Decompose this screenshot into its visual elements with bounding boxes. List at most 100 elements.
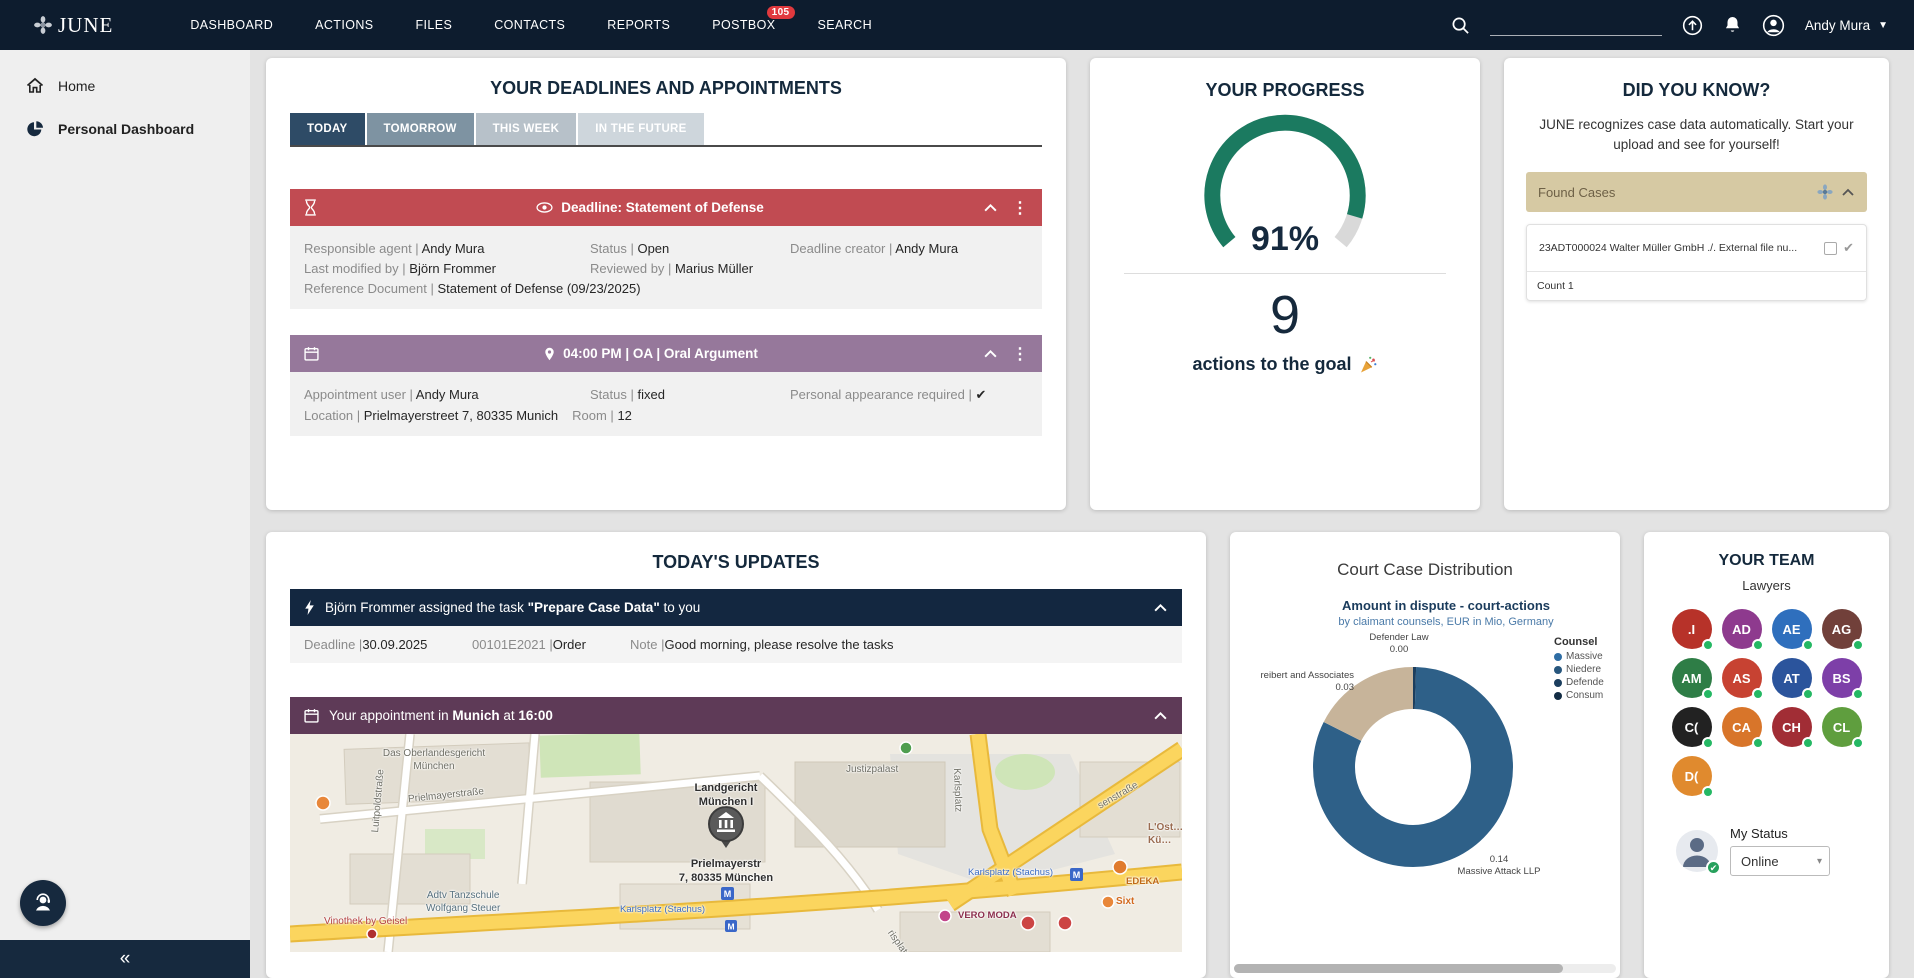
nav-menu-item[interactable]: POSTBOX 105 [691, 0, 796, 50]
appointment-item: 04:00 PM | OA | Oral Argument ⋮ Appointm… [290, 335, 1042, 436]
nav-menu-item[interactable]: SEARCH [797, 0, 894, 50]
team-member-avatar[interactable]: AT [1772, 658, 1812, 698]
user-avatar-icon[interactable] [1762, 14, 1785, 37]
appointment-item-header[interactable]: 04:00 PM | OA | Oral Argument ⋮ [290, 335, 1042, 372]
map-green-area [539, 734, 640, 778]
online-status-dot [1702, 688, 1714, 700]
tab-today[interactable]: TODAY [290, 113, 365, 145]
chevron-up-icon[interactable] [1153, 602, 1168, 613]
team-member-avatar[interactable]: .I [1672, 609, 1712, 649]
your-team-card: YOUR TEAM Lawyers .I AD AE [1644, 532, 1889, 978]
case-checkbox[interactable] [1824, 242, 1837, 255]
map-green-area [995, 754, 1055, 790]
avatar-initials: AG [1832, 622, 1852, 637]
sidebar-collapse-button[interactable]: « [0, 940, 250, 978]
progress-gauge: 91% [1114, 107, 1456, 271]
support-chat-button[interactable] [20, 880, 66, 926]
online-status-dot [1752, 737, 1764, 749]
nav-menu-item[interactable]: FILES [395, 0, 474, 50]
found-cases-label: Found Cases [1538, 185, 1817, 200]
task-name: "Prepare Case Data" [528, 600, 660, 615]
legend-item[interactable]: Niedere [1554, 664, 1616, 675]
app-logo[interactable]: JUNE [34, 13, 113, 38]
chevron-up-icon[interactable] [983, 348, 998, 359]
team-member-avatar[interactable]: C( [1672, 707, 1712, 747]
team-member-avatar[interactable]: AM [1672, 658, 1712, 698]
legend-dot [1554, 679, 1562, 687]
court-case-distribution-card: Court Case Distribution Amount in disput… [1230, 532, 1620, 978]
team-member-avatar[interactable]: AS [1722, 658, 1762, 698]
horizontal-scrollbar [1234, 964, 1616, 973]
hourglass-icon [304, 199, 317, 216]
sidebar-item-personal-dashboard[interactable]: Personal Dashboard [0, 107, 250, 151]
team-member-avatar[interactable]: BS [1822, 658, 1862, 698]
online-status-dot [1802, 688, 1814, 700]
svg-text:M: M [727, 922, 734, 932]
deadlines-card-title: YOUR DEADLINES AND APPOINTMENTS [290, 78, 1042, 99]
chevron-down-icon: ▼ [1878, 20, 1888, 31]
map-canvas: M M M [290, 734, 1182, 952]
my-avatar: ✔ [1676, 830, 1718, 872]
upload-icon[interactable] [1682, 15, 1703, 36]
team-member-avatar[interactable]: CH [1772, 707, 1812, 747]
status-dropdown[interactable]: Online ▾ [1730, 846, 1830, 876]
kebab-menu-icon[interactable]: ⋮ [1012, 198, 1028, 218]
eye-icon[interactable] [536, 202, 553, 213]
found-case-row[interactable]: 23ADT000024 Walter Müller GmbH ./. Exter… [1527, 225, 1866, 271]
team-member-avatar[interactable]: AD [1722, 609, 1762, 649]
tab-in-the-future[interactable]: IN THE FUTURE [578, 113, 703, 145]
location-pin-icon [544, 347, 555, 361]
legend-item[interactable]: Defende [1554, 677, 1616, 688]
online-status-dot [1802, 639, 1814, 651]
progress-card: YOUR PROGRESS 91% 9 actions to the goal [1090, 58, 1480, 510]
nav-menu-item[interactable]: REPORTS [586, 0, 691, 50]
online-status-dot [1852, 688, 1864, 700]
check-icon[interactable]: ✔ [1843, 240, 1854, 256]
sidebar-item-home[interactable]: Home [0, 64, 250, 107]
team-member-avatar[interactable]: CL [1822, 707, 1862, 747]
task-update-banner[interactable]: Björn Frommer assigned the task "Prepare… [290, 589, 1182, 626]
search-input[interactable] [1490, 14, 1662, 36]
chevron-up-icon[interactable] [1153, 710, 1168, 721]
nav-menu-item[interactable]: CONTACTS [473, 0, 586, 50]
tab-this-week[interactable]: THIS WEEK [476, 113, 577, 145]
svg-text:M: M [1073, 870, 1081, 880]
updates-card-title: TODAY'S UPDATES [290, 552, 1182, 573]
user-menu[interactable]: Andy Mura ▼ [1805, 18, 1888, 33]
notifications-bell-icon[interactable] [1723, 15, 1742, 35]
deadline-title: Deadline: Statement of Defense [561, 200, 764, 215]
found-cases-header[interactable]: Found Cases [1526, 172, 1867, 212]
avatar-initials: AE [1782, 622, 1800, 637]
calendar-icon [304, 346, 319, 361]
team-member-avatar[interactable]: CA [1722, 707, 1762, 747]
kebab-menu-icon[interactable]: ⋮ [1012, 344, 1028, 364]
june-flower-icon [34, 16, 52, 34]
team-member-avatar[interactable]: AG [1822, 609, 1862, 649]
avatar-initials: .I [1688, 622, 1695, 637]
appointment-update-banner[interactable]: Your appointment in Munich at 16:00 [290, 697, 1182, 734]
nav-menu-item[interactable]: DASHBOARD [169, 0, 294, 50]
avatar-initials: CL [1833, 720, 1850, 735]
chart-callout-greibert: reibert and Associates 0.03 [1236, 670, 1354, 694]
appointment-map[interactable]: M M M Das Oberlandesgericht München Prie… [290, 734, 1182, 952]
divider [1124, 273, 1446, 274]
team-member-avatar[interactable]: D( [1672, 756, 1712, 796]
sidebar-home-label: Home [58, 78, 95, 94]
legend-item[interactable]: Consum [1554, 690, 1616, 701]
chevron-up-icon[interactable] [983, 202, 998, 213]
tab-tomorrow[interactable]: TOMORROW [367, 113, 474, 145]
team-member-avatar[interactable]: AE [1772, 609, 1812, 649]
deadline-item-header[interactable]: Deadline: Statement of Defense ⋮ [290, 189, 1042, 226]
scrollbar-thumb[interactable] [1234, 964, 1563, 973]
nav-menu-item[interactable]: ACTIONS [294, 0, 394, 50]
main-menu: DASHBOARD ACTIONS FILES CONTACTS REPORTS [169, 0, 893, 50]
avatar-initials: AT [1783, 671, 1799, 686]
sidebar-dashboard-label: Personal Dashboard [58, 121, 194, 137]
team-subtitle: Lawyers [1660, 578, 1873, 593]
chevron-up-icon[interactable] [1841, 187, 1855, 197]
online-status-dot [1852, 639, 1864, 651]
search-icon[interactable] [1451, 16, 1470, 35]
legend-item[interactable]: Massive [1554, 651, 1616, 662]
sidebar: Home Personal Dashboard « [0, 50, 250, 978]
chart-title: Amount in dispute - court-actions [1286, 598, 1606, 613]
